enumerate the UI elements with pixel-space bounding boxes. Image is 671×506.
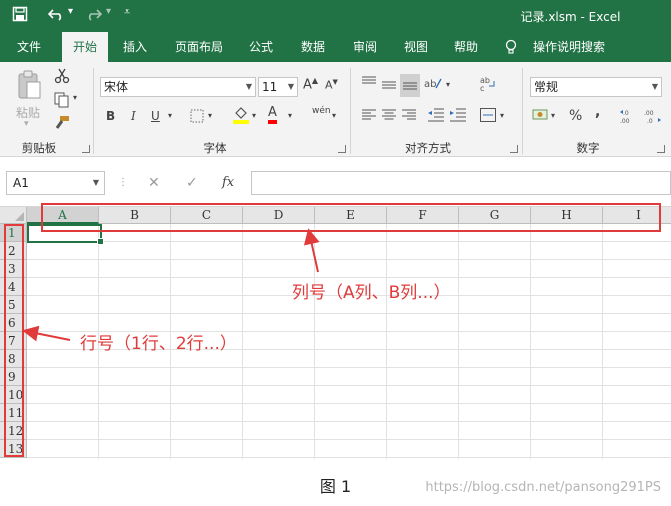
row-annotation-text: 行号（1行、2行...） [80, 334, 237, 354]
annotation-arrows [22, 228, 320, 342]
column-annotation-arrow [303, 228, 320, 273]
watermark: https://blog.csdn.net/pansong291PS [425, 480, 661, 495]
column-annotation-text: 列号（A列、B列...） [292, 283, 451, 303]
row-annotation-arrow [22, 325, 71, 342]
